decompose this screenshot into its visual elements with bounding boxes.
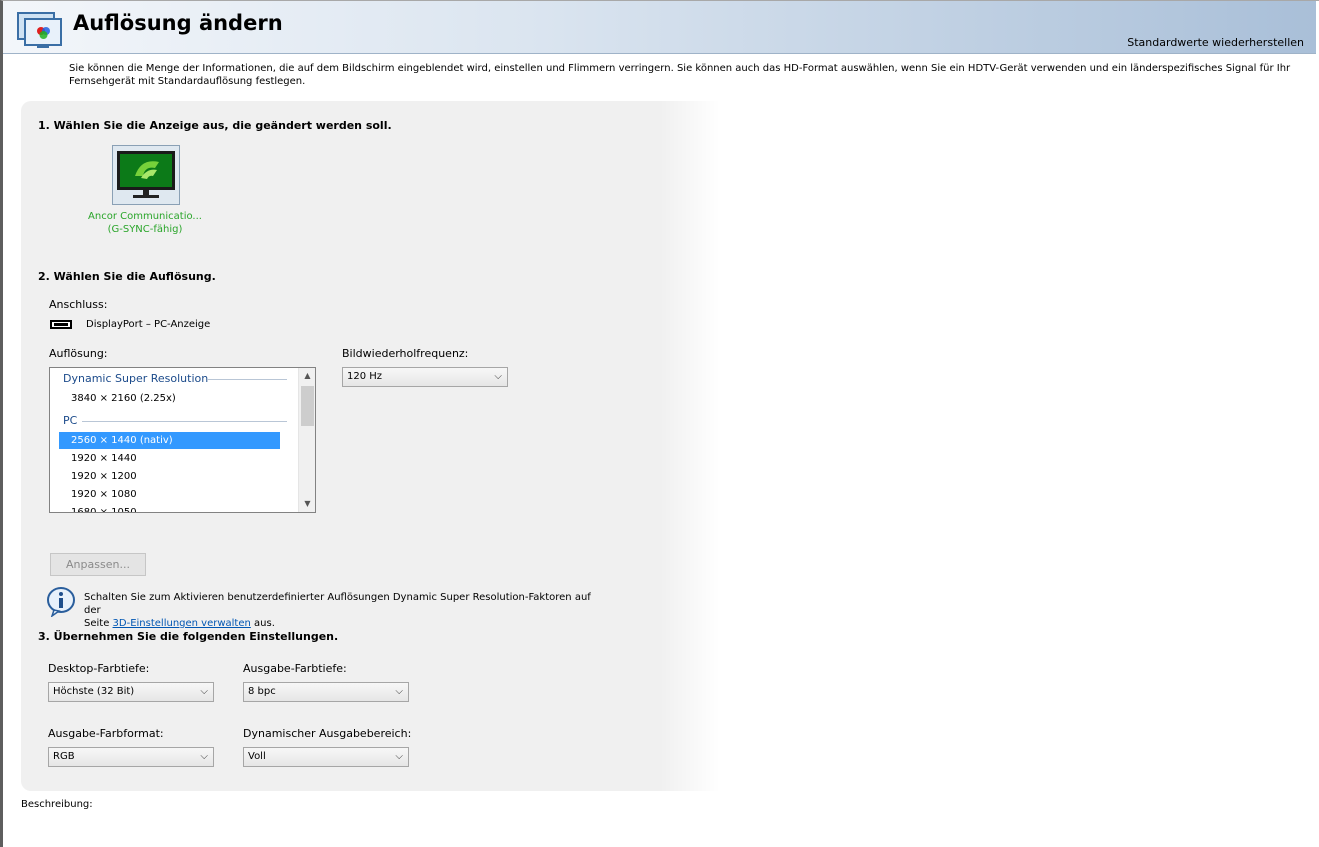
intro-text: Sie können die Menge der Informationen, … bbox=[69, 63, 1291, 87]
info-line-2-pre: Seite bbox=[84, 618, 113, 629]
restore-defaults-link[interactable]: Standardwerte wiederherstellen bbox=[1127, 36, 1304, 49]
desktop-depth-value: Höchste (32 Bit) bbox=[53, 686, 135, 697]
group-divider bbox=[207, 379, 287, 380]
connector-label: Anschluss: bbox=[49, 298, 108, 311]
group-divider bbox=[82, 421, 287, 422]
dynamic-range-select[interactable]: Voll ⌵ bbox=[243, 747, 409, 767]
resolution-label: Auflösung: bbox=[49, 347, 108, 360]
resolution-item-selected[interactable]: 2560 × 1440 (nativ) bbox=[59, 432, 280, 449]
display-tile[interactable] bbox=[112, 145, 180, 205]
dsr-info-text: Schalten Sie zum Aktivieren benutzerdefi… bbox=[84, 591, 604, 630]
page-title: Auflösung ändern bbox=[73, 11, 283, 35]
dynamic-range-value: Voll bbox=[248, 751, 266, 762]
group-header-pc: PC bbox=[63, 414, 78, 427]
chevron-down-icon: ⌵ bbox=[395, 686, 403, 697]
refresh-rate-value: 120 Hz bbox=[347, 371, 383, 382]
output-depth-select[interactable]: 8 bpc ⌵ bbox=[243, 682, 409, 702]
group-header-dsr: Dynamic Super Resolution bbox=[63, 372, 209, 385]
resolution-listbox[interactable]: Dynamic Super Resolution 3840 × 2160 (2.… bbox=[49, 367, 316, 513]
color-format-value: RGB bbox=[53, 751, 75, 762]
resolution-item[interactable]: 3840 × 2160 (2.25x) bbox=[59, 390, 280, 407]
description-label: Beschreibung: bbox=[21, 799, 93, 810]
displayport-icon bbox=[50, 320, 72, 329]
display-name-text: Ancor Communicatio... bbox=[88, 211, 202, 222]
color-format-select[interactable]: RGB ⌵ bbox=[48, 747, 214, 767]
chevron-down-icon: ⌵ bbox=[200, 686, 208, 697]
resolution-item[interactable]: 1920 × 1200 bbox=[59, 468, 280, 485]
display-caption-text: (G-SYNC-fähig) bbox=[107, 224, 183, 235]
step3-title: 3. Übernehmen Sie die folgenden Einstell… bbox=[38, 630, 339, 643]
scroll-down-icon[interactable]: ▼ bbox=[299, 496, 315, 512]
resolution-item[interactable]: 1680 × 1050 bbox=[59, 504, 280, 512]
dynamic-range-label: Dynamischer Ausgabebereich: bbox=[243, 727, 412, 740]
monitor-icon bbox=[117, 151, 175, 198]
display-label: Ancor Communicatio... (G-SYNC-fähig) bbox=[70, 210, 220, 236]
display-settings-icon bbox=[17, 12, 62, 48]
customize-button[interactable]: Anpassen... bbox=[50, 553, 146, 576]
color-format-label: Ausgabe-Farbformat: bbox=[48, 727, 164, 740]
scroll-up-icon[interactable]: ▲ bbox=[299, 368, 315, 384]
info-line-1: Schalten Sie zum Aktivieren benutzerdefi… bbox=[84, 592, 591, 616]
chevron-down-icon: ⌵ bbox=[395, 751, 403, 762]
resolution-item[interactable]: 1920 × 1440 bbox=[59, 450, 280, 467]
step1-title: 1. Wählen Sie die Anzeige aus, die geänd… bbox=[38, 119, 392, 132]
chevron-down-icon: ⌵ bbox=[200, 751, 208, 762]
listbox-scrollbar[interactable]: ▲ ▼ bbox=[298, 368, 315, 512]
refresh-rate-select[interactable]: 120 Hz ⌵ bbox=[342, 367, 508, 387]
info-line-2: Seite 3D-Einstellungen verwalten aus. bbox=[84, 617, 604, 630]
resolution-item[interactable]: 1920 × 1080 bbox=[59, 486, 280, 503]
refresh-rate-label: Bildwiederholfrequenz: bbox=[342, 347, 469, 360]
panel-fade bbox=[660, 101, 720, 791]
info-line-2-post: aus. bbox=[250, 618, 275, 629]
output-depth-value: 8 bpc bbox=[248, 686, 276, 697]
manage-3d-settings-link[interactable]: 3D-Einstellungen verwalten bbox=[113, 618, 251, 629]
desktop-depth-select[interactable]: Höchste (32 Bit) ⌵ bbox=[48, 682, 214, 702]
step2-title: 2. Wählen Sie die Auflösung. bbox=[38, 270, 216, 283]
page-header: Auflösung ändern Standardwerte wiederher… bbox=[3, 1, 1316, 54]
output-depth-label: Ausgabe-Farbtiefe: bbox=[243, 662, 347, 675]
info-icon bbox=[47, 587, 75, 617]
scrollbar-thumb[interactable] bbox=[301, 386, 314, 426]
chevron-down-icon: ⌵ bbox=[494, 371, 502, 382]
desktop-depth-label: Desktop-Farbtiefe: bbox=[48, 662, 150, 675]
connector-value: DisplayPort – PC-Anzeige bbox=[86, 319, 211, 330]
